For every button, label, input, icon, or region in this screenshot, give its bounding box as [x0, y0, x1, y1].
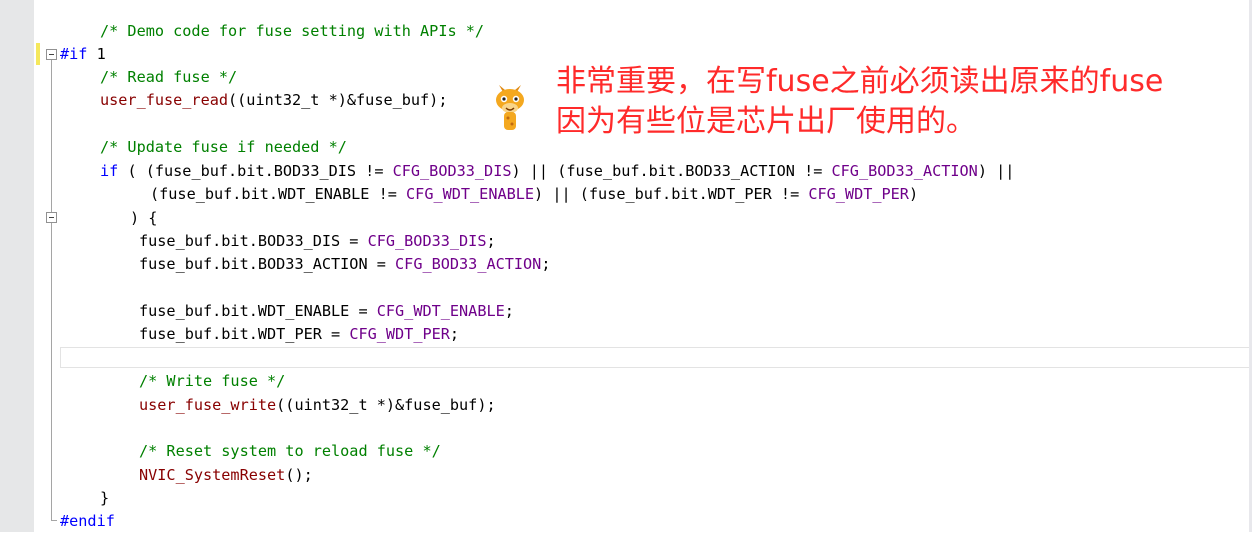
- code-token: /* Update fuse if needed */: [100, 138, 347, 156]
- code-token: user_fuse_read: [100, 91, 229, 109]
- code-token: ) {: [130, 209, 158, 227]
- code-token: ();: [285, 466, 313, 484]
- code-token: CFG_WDT_ENABLE: [406, 185, 535, 203]
- code-line[interactable]: /* Demo code for fuse setting with APIs …: [60, 20, 484, 43]
- code-token: CFG_WDT_ENABLE: [376, 302, 505, 320]
- giraffe-emoticon-icon: [496, 85, 524, 130]
- annotation-line-1: 非常重要，在写fuse之前必须读出原来的fuse: [556, 64, 1164, 99]
- code-token: (fuse_buf.bit.WDT_ENABLE !=: [150, 185, 407, 203]
- code-token: if: [100, 162, 119, 180]
- code-line[interactable]: /* Write fuse */: [60, 370, 285, 393]
- code-token: ;: [541, 255, 551, 273]
- collapse-brace-block-icon[interactable]: [46, 212, 57, 223]
- code-token: fuse_buf.bit.BOD33_DIS =: [139, 232, 368, 250]
- code-token: CFG_WDT_PER: [349, 325, 450, 343]
- code-token: user_fuse_write: [139, 396, 277, 414]
- code-token: CFG_BOD33_DIS: [367, 232, 487, 250]
- code-token: ((uint32_t *)&fuse_buf);: [276, 396, 496, 414]
- code-line[interactable]: #if 1: [60, 43, 106, 66]
- fold-guide: [51, 60, 52, 520]
- line-number-gutter: [0, 0, 35, 532]
- code-token: CFG_BOD33_DIS: [392, 162, 512, 180]
- code-token: NVIC_SystemReset: [139, 466, 286, 484]
- code-line[interactable]: /* Update fuse if needed */: [60, 136, 347, 159]
- code-token: ) || (fuse_buf.bit.WDT_PER !=: [534, 185, 809, 203]
- annotation-note: 非常重要，在写fuse之前必须读出原来的fuse 因为有些位是芯片出厂使用的。: [556, 62, 1163, 142]
- collapse-if-block-icon[interactable]: [46, 49, 57, 60]
- code-token: ( (fuse_buf.bit.BOD33_DIS !=: [118, 162, 393, 180]
- code-token: ;: [486, 232, 496, 250]
- code-line[interactable]: if ( (fuse_buf.bit.BOD33_DIS != CFG_BOD3…: [60, 160, 1014, 183]
- code-token: ): [908, 185, 919, 203]
- annotation-line-2: 因为有些位是芯片出厂使用的。: [556, 104, 976, 139]
- code-token: #if: [60, 45, 88, 63]
- code-line[interactable]: NVIC_SystemReset();: [60, 464, 313, 487]
- current-line-highlight: [60, 347, 1252, 368]
- code-line[interactable]: fuse_buf.bit.WDT_ENABLE = CFG_WDT_ENABLE…: [60, 300, 514, 323]
- code-line[interactable]: fuse_buf.bit.WDT_PER = CFG_WDT_PER;: [60, 323, 459, 346]
- code-line[interactable]: /* Read fuse */: [60, 66, 237, 89]
- code-line[interactable]: (fuse_buf.bit.WDT_ENABLE != CFG_WDT_ENAB…: [60, 183, 918, 206]
- code-token: /* Read fuse */: [100, 68, 238, 86]
- code-token: 1: [87, 45, 106, 63]
- code-token: ) || (fuse_buf.bit.BOD33_ACTION !=: [511, 162, 832, 180]
- code-token: /* Write fuse */: [139, 372, 286, 390]
- code-token: fuse_buf.bit.BOD33_ACTION =: [139, 255, 396, 273]
- code-token: ((uint32_t *)&fuse_buf);: [228, 91, 448, 109]
- code-token: ;: [449, 325, 460, 343]
- code-line[interactable]: fuse_buf.bit.BOD33_ACTION = CFG_BOD33_AC…: [60, 253, 551, 276]
- code-token: CFG_WDT_PER: [808, 185, 909, 203]
- modified-line-indicator: [36, 43, 40, 65]
- code-line[interactable]: user_fuse_read((uint32_t *)&fuse_buf);: [60, 89, 447, 112]
- code-token: fuse_buf.bit.WDT_PER =: [139, 325, 350, 343]
- code-line[interactable]: user_fuse_write((uint32_t *)&fuse_buf);: [60, 394, 496, 417]
- code-token: CFG_BOD33_ACTION: [831, 162, 978, 180]
- code-token: ;: [504, 302, 514, 320]
- code-token: ) ||: [977, 162, 1015, 180]
- code-line[interactable]: /* Reset system to reload fuse */: [60, 440, 441, 463]
- code-line[interactable]: #endif: [60, 510, 115, 533]
- code-line[interactable]: fuse_buf.bit.BOD33_DIS = CFG_BOD33_DIS;: [60, 230, 496, 253]
- code-line[interactable]: ) {: [60, 207, 157, 230]
- code-token: CFG_BOD33_ACTION: [395, 255, 542, 273]
- fold-end-tick: [51, 520, 57, 521]
- code-token: /* Reset system to reload fuse */: [139, 442, 441, 460]
- code-token: /* Demo code for fuse setting with APIs …: [100, 22, 485, 40]
- outlining-margin: [34, 0, 60, 532]
- code-line[interactable]: }: [60, 487, 109, 510]
- code-token: #endif: [60, 512, 115, 530]
- code-token: fuse_buf.bit.WDT_ENABLE =: [139, 302, 377, 320]
- code-token: }: [100, 489, 110, 507]
